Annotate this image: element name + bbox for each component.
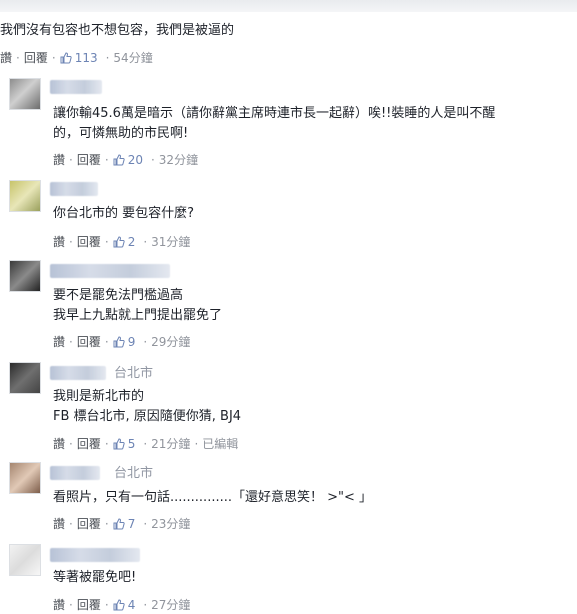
- thumbs-up-icon[interactable]: [113, 336, 125, 348]
- comment-actions: 讚 · 回覆 · 4 · 27分鐘: [53, 597, 191, 613]
- like-button[interactable]: 讚: [0, 50, 12, 66]
- comment-text-line: 的，可憐無助的市民啊!: [53, 126, 189, 141]
- timestamp[interactable]: 54分鐘: [113, 50, 152, 66]
- comment-text-line: 讓你輸45.6萬是暗示（請你辭黨主席時連市長一起辭）唉!!裝睡的人是叫不醒: [53, 106, 496, 121]
- comment-actions: 讚 · 回覆 · 7 · 23分鐘: [53, 516, 191, 532]
- thumbs-up-icon[interactable]: [113, 236, 125, 248]
- like-count[interactable]: 2: [128, 234, 136, 250]
- reply-button[interactable]: 回覆: [77, 334, 101, 350]
- like-button[interactable]: 讚: [53, 234, 65, 250]
- top-divider: [0, 0, 577, 12]
- reply-button[interactable]: 回覆: [77, 436, 101, 452]
- timestamp[interactable]: 27分鐘: [151, 597, 190, 613]
- reply-button[interactable]: 回覆: [77, 234, 101, 250]
- comment-text: 我們沒有包容也不想包容，我們是被逼的: [0, 23, 235, 38]
- comment-text-line: 我則是新北市的: [53, 389, 145, 404]
- comment-text-line: 看照片，只有一句話...............「還好意思笑！ >"< 」: [53, 490, 373, 505]
- like-count[interactable]: 9: [128, 334, 136, 350]
- reply-button[interactable]: 回覆: [77, 597, 101, 613]
- like-count[interactable]: 7: [128, 516, 136, 532]
- timestamp[interactable]: 29分鐘: [151, 334, 190, 350]
- reply-button[interactable]: 回覆: [24, 50, 48, 66]
- author-name-redacted[interactable]: [50, 182, 98, 196]
- comment-actions: 讚 · 回覆 · 20 · 32分鐘: [53, 152, 199, 168]
- author-name-redacted[interactable]: [50, 466, 100, 480]
- timestamp[interactable]: 21分鐘: [151, 436, 190, 452]
- comment-text-line: FB 標台北市, 原因隨便你猜, BJ4: [53, 409, 242, 424]
- thumbs-up-icon[interactable]: [113, 518, 125, 530]
- avatar[interactable]: [9, 180, 41, 212]
- like-button[interactable]: 讚: [53, 597, 65, 613]
- timestamp[interactable]: 31分鐘: [151, 234, 190, 250]
- comment-text-line: 你台北市的 要包容什麼?: [53, 206, 195, 221]
- thumbs-up-icon[interactable]: [113, 599, 125, 611]
- like-count[interactable]: 4: [128, 597, 136, 613]
- reply-button[interactable]: 回覆: [77, 152, 101, 168]
- like-count[interactable]: 5: [128, 436, 136, 452]
- comment-actions: 讚 · 回覆 · 2 · 31分鐘: [53, 234, 191, 250]
- avatar[interactable]: [9, 544, 41, 576]
- avatar[interactable]: [9, 78, 41, 110]
- like-count[interactable]: 20: [128, 152, 143, 168]
- comment-actions: 讚 · 回覆 · 5 · 21分鐘 · 已編輯: [53, 436, 239, 452]
- author-location: 台北市: [114, 466, 154, 481]
- reply-button[interactable]: 回覆: [77, 516, 101, 532]
- comment-actions: 讚 · 回覆 · 9 · 29分鐘: [53, 334, 191, 350]
- edited-label[interactable]: 已編輯: [202, 436, 238, 452]
- author-name-redacted[interactable]: [50, 264, 170, 278]
- avatar[interactable]: [9, 260, 41, 292]
- comment-text-line: 等著被罷免吧!: [53, 570, 137, 585]
- like-button[interactable]: 讚: [53, 516, 65, 532]
- thumbs-up-icon[interactable]: [113, 438, 125, 450]
- author-name-redacted[interactable]: [50, 548, 140, 562]
- author-location: 台北市: [114, 366, 154, 381]
- like-button[interactable]: 讚: [53, 436, 65, 452]
- avatar[interactable]: [9, 362, 41, 394]
- like-button[interactable]: 讚: [53, 152, 65, 168]
- comment-text-line: 我早上九點就上門提出罷免了: [53, 308, 223, 323]
- thumbs-up-icon[interactable]: [113, 154, 125, 166]
- timestamp[interactable]: 23分鐘: [151, 516, 190, 532]
- author-name-redacted[interactable]: [50, 80, 102, 94]
- timestamp[interactable]: 32分鐘: [159, 152, 198, 168]
- avatar[interactable]: [9, 462, 41, 494]
- author-name-redacted[interactable]: [50, 366, 106, 380]
- thumbs-up-icon[interactable]: [60, 52, 72, 64]
- comment-text-line: 要不是罷免法門檻過高: [53, 288, 184, 303]
- like-button[interactable]: 讚: [53, 334, 65, 350]
- like-count[interactable]: 113: [75, 50, 98, 66]
- comment-actions: 讚 · 回覆 · 113 · 54分鐘: [0, 50, 153, 66]
